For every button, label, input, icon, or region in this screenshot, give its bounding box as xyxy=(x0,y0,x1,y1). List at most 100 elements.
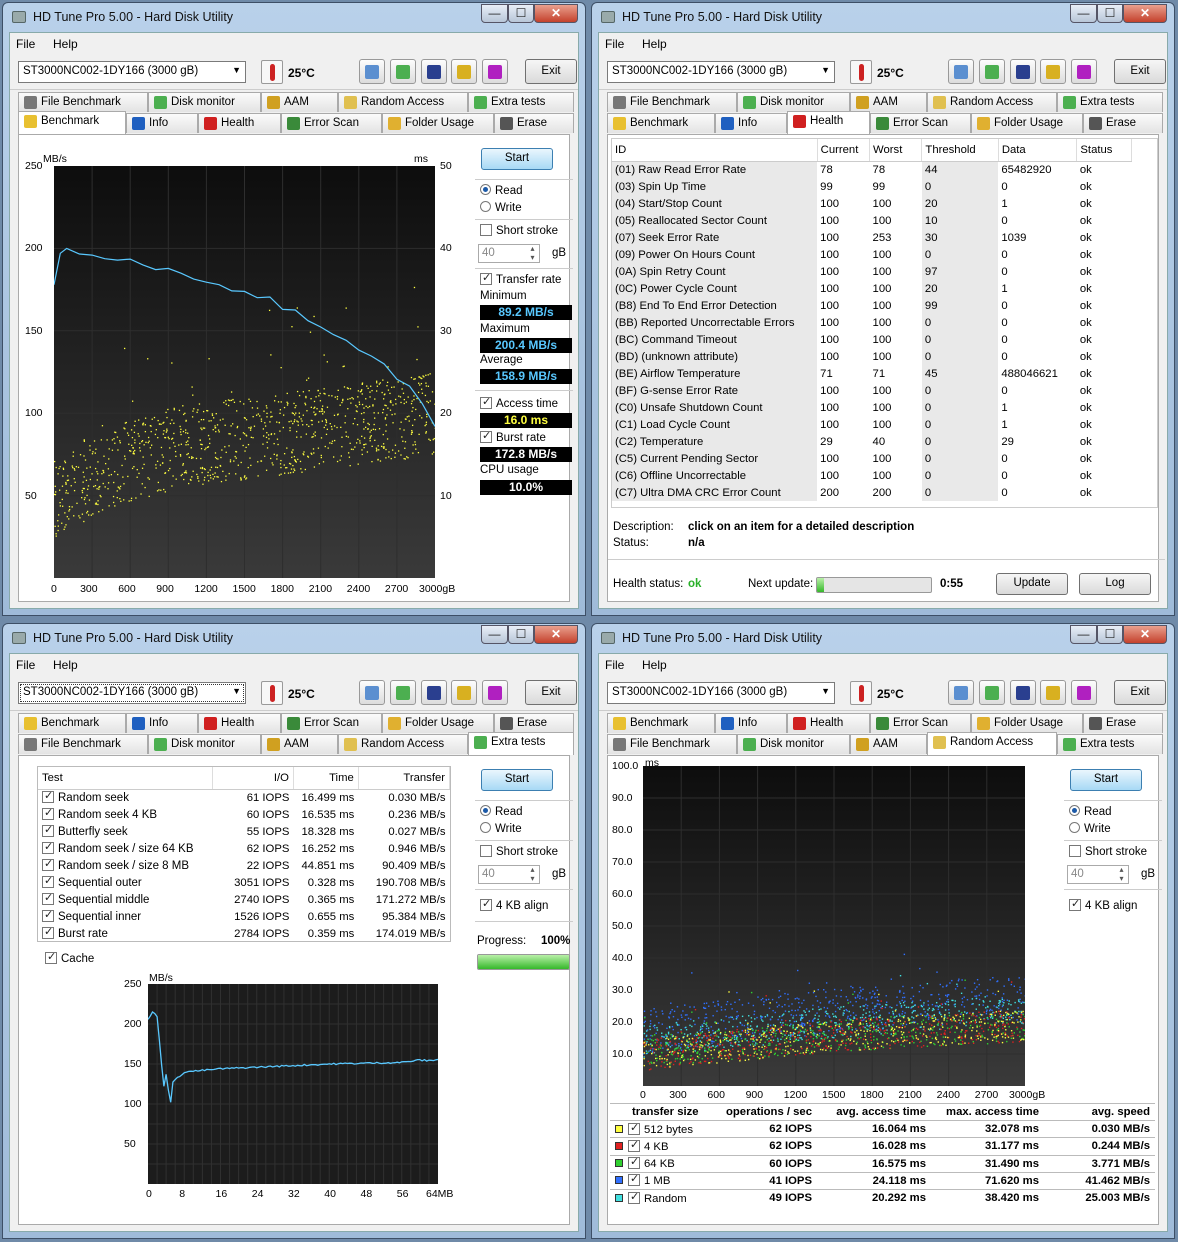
menu-file[interactable]: File xyxy=(605,37,624,51)
maximize-button[interactable]: ☐ xyxy=(508,4,534,23)
copy-info-button[interactable] xyxy=(359,59,385,84)
exit-button[interactable]: Exit xyxy=(1114,680,1166,705)
smart-row[interactable]: (BF) G-sense Error Rate 100 100 0 0 ok xyxy=(612,382,1132,399)
tab-error-scan[interactable]: Error Scan xyxy=(870,713,971,733)
drive-select[interactable]: ST3000NC002-1DY166 (3000 gB) ▼ xyxy=(18,682,246,704)
tab-erase[interactable]: Erase xyxy=(494,113,574,133)
short-stroke-input[interactable]: 40 xyxy=(478,865,540,884)
test-row[interactable]: Butterfly seek55 IOPS18.328 ms0.027 MB/s xyxy=(38,823,450,840)
tab-aam[interactable]: AAM xyxy=(261,92,338,112)
tab-error-scan[interactable]: Error Scan xyxy=(870,113,971,133)
tab-extra-tests[interactable]: Extra tests xyxy=(1057,92,1163,112)
update-button[interactable]: Update xyxy=(996,573,1068,595)
smart-row[interactable]: (C5) Current Pending Sector 100 100 0 0 ok xyxy=(612,450,1132,467)
test-checkbox[interactable] xyxy=(42,874,54,888)
tab-random-access[interactable]: Random Access xyxy=(927,732,1057,755)
tab-error-scan[interactable]: Error Scan xyxy=(281,713,382,733)
close-button[interactable]: ✕ xyxy=(534,4,578,23)
test-checkbox[interactable] xyxy=(42,789,54,804)
column-header[interactable]: I/O xyxy=(212,767,294,790)
write-radio[interactable]: Write xyxy=(480,822,522,835)
tab-aam[interactable]: AAM xyxy=(850,734,927,754)
tab-erase[interactable]: Erase xyxy=(1083,713,1163,733)
close-button[interactable]: ✕ xyxy=(1123,625,1167,644)
maximize-button[interactable]: ☐ xyxy=(508,625,534,644)
smart-row[interactable]: (C6) Offline Uncorrectable 100 100 0 0 ok xyxy=(612,467,1132,484)
series-checkbox[interactable] xyxy=(628,1190,640,1204)
smart-row[interactable]: (C7) Ultra DMA CRC Error Count 200 200 0 0 ok xyxy=(612,484,1132,501)
tab-info[interactable]: Info xyxy=(126,113,198,133)
read-radio[interactable]: Read xyxy=(480,184,523,197)
tab-extra-tests[interactable]: Extra tests xyxy=(468,732,574,755)
smart-row[interactable]: (01) Raw Read Error Rate 78 78 44 65482920 ok xyxy=(612,161,1132,178)
tab-benchmark[interactable]: Benchmark xyxy=(18,111,126,134)
tab-extra-tests[interactable]: Extra tests xyxy=(1057,734,1163,754)
title-bar[interactable]: HD Tune Pro 5.00 - Hard Disk Utility — ☐ ✕ xyxy=(3,624,585,654)
copy-screenshot-button[interactable] xyxy=(390,680,416,705)
test-checkbox[interactable] xyxy=(42,891,54,905)
smart-row[interactable]: (0A) Spin Retry Count 100 100 97 0 ok xyxy=(612,263,1132,280)
align-4kb-checkbox[interactable]: 4 KB align xyxy=(1069,897,1137,912)
close-button[interactable]: ✕ xyxy=(1123,4,1167,23)
series-checkbox[interactable] xyxy=(628,1138,640,1152)
short-stroke-checkbox[interactable]: Short stroke xyxy=(480,845,558,858)
align-4kb-checkbox[interactable]: 4 KB align xyxy=(480,897,548,912)
smart-row[interactable]: (C0) Unsafe Shutdown Count 100 100 0 1 ok xyxy=(612,399,1132,416)
menu-file[interactable]: File xyxy=(605,658,624,672)
tab-folder-usage[interactable]: Folder Usage xyxy=(971,713,1083,733)
minimize-button[interactable]: — xyxy=(1070,4,1097,23)
test-row[interactable]: Random seek / size 64 KB62 IOPS16.252 ms… xyxy=(38,840,450,857)
transfer-rate-checkbox[interactable]: Transfer rate xyxy=(480,271,561,286)
tab-benchmark[interactable]: Benchmark xyxy=(18,713,126,733)
title-bar[interactable]: HD Tune Pro 5.00 - Hard Disk Utility — ☐ ✕ xyxy=(3,3,585,33)
write-radio[interactable]: Write xyxy=(480,201,522,214)
short-stroke-input[interactable]: 40 xyxy=(1067,865,1129,884)
options-button[interactable] xyxy=(1040,59,1066,84)
smart-row[interactable]: (BE) Airflow Temperature 71 71 45 488046621 o… xyxy=(612,365,1132,382)
tab-benchmark[interactable]: Benchmark xyxy=(607,113,715,133)
tab-health[interactable]: Health xyxy=(198,713,281,733)
short-stroke-checkbox[interactable]: Short stroke xyxy=(480,224,558,237)
tab-benchmark[interactable]: Benchmark xyxy=(607,713,715,733)
column-header[interactable]: ID xyxy=(612,139,818,162)
write-radio[interactable]: Write xyxy=(1069,822,1111,835)
close-button[interactable]: ✕ xyxy=(534,625,578,644)
smart-row[interactable]: (04) Start/Stop Count 100 100 20 1 ok xyxy=(612,195,1132,212)
tab-erase[interactable]: Erase xyxy=(1083,113,1163,133)
tab-aam[interactable]: AAM xyxy=(850,92,927,112)
test-checkbox[interactable] xyxy=(42,925,54,939)
smart-row[interactable]: (07) Seek Error Rate 100 253 30 1039 ok xyxy=(612,229,1132,246)
tab-folder-usage[interactable]: Folder Usage xyxy=(382,113,494,133)
save-button[interactable] xyxy=(421,59,447,84)
test-checkbox[interactable] xyxy=(42,840,54,854)
smart-row[interactable]: (0C) Power Cycle Count 100 100 20 1 ok xyxy=(612,280,1132,297)
test-row[interactable]: Sequential inner1526 IOPS0.655 ms95.384 … xyxy=(38,908,450,925)
maximize-button[interactable]: ☐ xyxy=(1097,4,1123,23)
tab-info[interactable]: Info xyxy=(715,113,787,133)
tab-random-access[interactable]: Random Access xyxy=(338,92,468,112)
column-header[interactable]: Time xyxy=(293,767,359,790)
tab-extra-tests[interactable]: Extra tests xyxy=(468,92,574,112)
smart-row[interactable]: (09) Power On Hours Count 100 100 0 0 ok xyxy=(612,246,1132,263)
exit-button[interactable]: Exit xyxy=(525,680,577,705)
minimize-button[interactable]: — xyxy=(481,625,508,644)
column-header[interactable]: Test xyxy=(38,767,213,790)
menu-file[interactable]: File xyxy=(16,658,35,672)
test-checkbox[interactable] xyxy=(42,823,54,837)
tab-disk-monitor[interactable]: Disk monitor xyxy=(737,734,850,754)
tab-health[interactable]: Health xyxy=(787,111,870,134)
tab-folder-usage[interactable]: Folder Usage xyxy=(971,113,1083,133)
log-button[interactable]: Log xyxy=(1079,573,1151,595)
drive-select[interactable]: ST3000NC002-1DY166 (3000 gB) ▼ xyxy=(607,682,835,704)
save-button[interactable] xyxy=(1010,680,1036,705)
test-row[interactable]: Sequential outer3051 IOPS0.328 ms190.708… xyxy=(38,874,450,891)
read-radio[interactable]: Read xyxy=(1069,805,1112,818)
minimize-button[interactable]: — xyxy=(1070,625,1097,644)
menu-help[interactable]: Help xyxy=(642,37,667,51)
smart-row[interactable]: (B8) End To End Error Detection 100 100 99 0… xyxy=(612,297,1132,314)
tab-random-access[interactable]: Random Access xyxy=(338,734,468,754)
menu-help[interactable]: Help xyxy=(53,658,78,672)
short-stroke-checkbox[interactable]: Short stroke xyxy=(1069,845,1147,858)
tab-disk-monitor[interactable]: Disk monitor xyxy=(737,92,850,112)
download-button[interactable] xyxy=(1071,59,1097,84)
